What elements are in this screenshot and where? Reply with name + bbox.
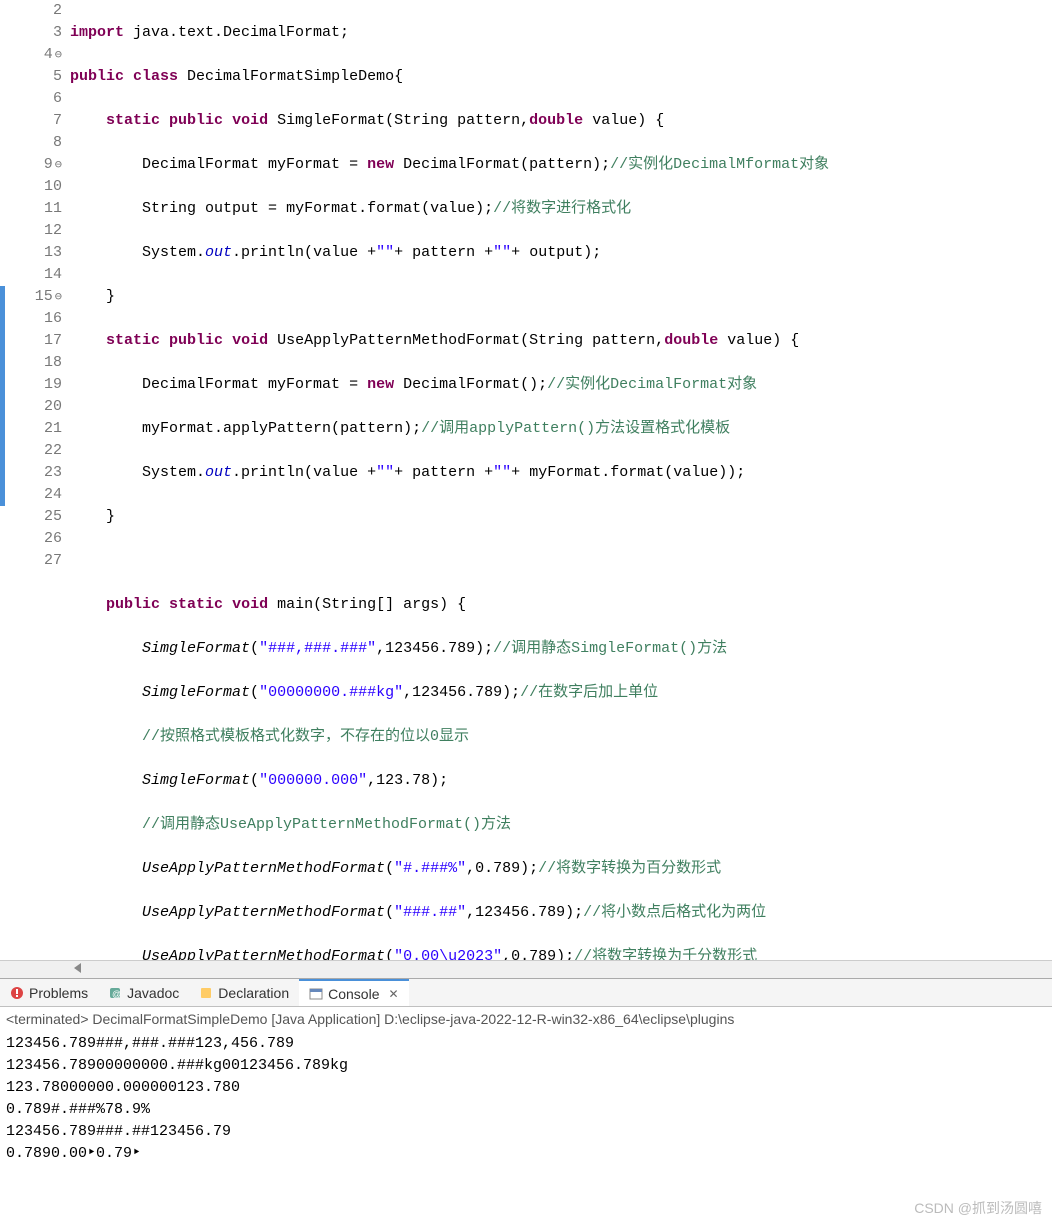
tab-javadoc[interactable]: @ Javadoc bbox=[98, 979, 189, 1006]
declaration-icon bbox=[199, 986, 213, 1000]
scroll-left-icon[interactable] bbox=[74, 963, 81, 973]
console-line: 123456.78900000000.###kg00123456.789kg bbox=[6, 1055, 1046, 1077]
console-line: 0.7890.00‣0.79‣ bbox=[6, 1143, 1046, 1165]
console-icon bbox=[309, 987, 323, 1001]
code-content[interactable]: import java.text.DecimalFormat; public c… bbox=[70, 0, 1052, 960]
tab-declaration[interactable]: Declaration bbox=[189, 979, 299, 1006]
problems-icon bbox=[10, 986, 24, 1000]
console-line: 0.789#.###%78.9% bbox=[6, 1099, 1046, 1121]
console-output[interactable]: 123456.789###,###.###123,456.789 123456.… bbox=[0, 1031, 1052, 1167]
horizontal-scrollbar[interactable] bbox=[0, 960, 1052, 978]
bottom-panel: Problems @ Javadoc Declaration Console ✕… bbox=[0, 978, 1052, 1167]
code-editor[interactable]: 2 3 4⊖ 5 6 7 8 9⊖ 10 11 12 13 14 15⊖ 16 … bbox=[0, 0, 1052, 960]
line-gutter: 2 3 4⊖ 5 6 7 8 9⊖ 10 11 12 13 14 15⊖ 16 … bbox=[0, 0, 70, 960]
tab-label: Declaration bbox=[218, 985, 289, 1001]
watermark: CSDN @抓到汤圆嘻 bbox=[914, 1198, 1042, 1218]
console-line: 123456.789###.##123456.79 bbox=[6, 1121, 1046, 1143]
panel-tabs: Problems @ Javadoc Declaration Console ✕ bbox=[0, 979, 1052, 1007]
javadoc-icon: @ bbox=[108, 986, 122, 1000]
tab-label: Problems bbox=[29, 985, 88, 1001]
console-line: 123456.789###,###.###123,456.789 bbox=[6, 1033, 1046, 1055]
tab-label: Javadoc bbox=[127, 985, 179, 1001]
svg-text:@: @ bbox=[112, 989, 121, 999]
close-icon[interactable]: ✕ bbox=[389, 987, 399, 1001]
tab-label: Console bbox=[328, 986, 379, 1002]
console-status: <terminated> DecimalFormatSimpleDemo [Ja… bbox=[0, 1007, 1052, 1031]
tab-console[interactable]: Console ✕ bbox=[299, 979, 408, 1006]
tab-problems[interactable]: Problems bbox=[0, 979, 98, 1006]
console-line: 123.78000000.000000123.780 bbox=[6, 1077, 1046, 1099]
